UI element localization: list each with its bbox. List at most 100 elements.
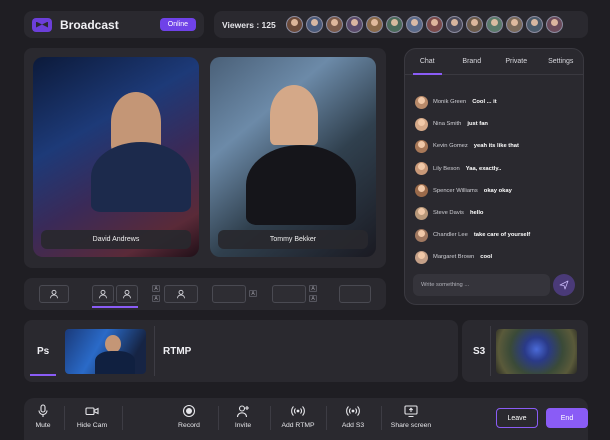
- chat-author: Kevin Gomez: [433, 143, 468, 150]
- chat-text: okay okay: [483, 187, 512, 194]
- user-icon: [99, 289, 107, 299]
- divider: [490, 326, 491, 376]
- tab-private[interactable]: Private: [494, 49, 539, 74]
- viewer-avatar[interactable]: [465, 16, 483, 33]
- chat-message: Monik Green Cool ... it: [415, 91, 575, 113]
- avatar: [415, 228, 428, 242]
- video-tile-tommy-bekker[interactable]: Tommy Bekker: [210, 57, 376, 257]
- viewer-avatar[interactable]: [325, 16, 343, 33]
- participant-slot[interactable]: [164, 285, 198, 303]
- chat-author: Monik Green: [433, 99, 467, 106]
- viewer-avatar[interactable]: [425, 16, 443, 33]
- slot-mini-icon[interactable]: A: [249, 290, 257, 297]
- chat-tabs: Chat Brand Private Settings: [405, 49, 583, 75]
- chat-input[interactable]: Write something ...: [413, 274, 550, 296]
- add-s3-button[interactable]: Add S3: [323, 404, 383, 429]
- participant-slot[interactable]: [116, 285, 138, 303]
- participant-image: [270, 85, 318, 145]
- chat-text: Cool ... it: [472, 99, 497, 106]
- avatar: [415, 184, 428, 198]
- end-button[interactable]: End: [546, 408, 588, 428]
- slot-mini-icon[interactable]: A: [309, 295, 317, 302]
- chat-message: Spencer Williams okay okay: [415, 180, 575, 202]
- s3-preview-thumbnail[interactable]: [496, 329, 577, 374]
- tab-brand[interactable]: Brand: [450, 49, 495, 74]
- broadcast-icon: [291, 406, 305, 416]
- chat-author: Chandler Lee: [433, 232, 468, 239]
- empty-slot[interactable]: [212, 285, 246, 303]
- slot-mini-icon[interactable]: A: [152, 285, 160, 292]
- add-rtmp-button[interactable]: Add RTMP: [268, 404, 328, 429]
- participant-slot[interactable]: [92, 285, 114, 303]
- chat-text: cool: [480, 254, 493, 261]
- leave-button[interactable]: Leave: [496, 408, 538, 428]
- chat-message: Margaret Brown cool: [415, 246, 575, 268]
- chat-text: just fan: [467, 121, 488, 128]
- add-s3-label: Add S3: [341, 422, 365, 429]
- online-status-badge: Online: [159, 18, 196, 31]
- mute-label: Mute: [35, 422, 51, 429]
- empty-slot[interactable]: [339, 285, 371, 303]
- viewer-avatar[interactable]: [485, 16, 503, 33]
- logo-icon: [32, 17, 52, 32]
- viewer-avatar[interactable]: [345, 16, 363, 33]
- rtmp-label[interactable]: RTMP: [163, 346, 191, 357]
- participant-slot[interactable]: [39, 285, 69, 303]
- viewer-avatar[interactable]: [405, 16, 423, 33]
- avatar: [415, 117, 428, 131]
- avatar: [415, 139, 428, 153]
- viewer-avatar[interactable]: [505, 16, 523, 33]
- chat-author: Lily Beson: [433, 165, 460, 172]
- chat-author: Spencer Williams: [433, 187, 478, 194]
- invite-button[interactable]: Invite: [213, 404, 273, 429]
- chat-message: Kevin Gomez yeah its like that: [415, 135, 575, 157]
- preview-person-body: [95, 351, 135, 374]
- share-screen-icon: [404, 405, 418, 418]
- participant-body: [91, 142, 191, 212]
- divider: [122, 406, 123, 430]
- slot-mini-icon[interactable]: A: [309, 285, 317, 292]
- viewer-avatar[interactable]: [365, 16, 383, 33]
- chat-text: yeah its like that: [473, 143, 519, 150]
- record-icon: [182, 404, 196, 418]
- divider: [154, 326, 155, 376]
- viewer-avatar[interactable]: [525, 16, 543, 33]
- slot-mini-icon[interactable]: A: [152, 295, 160, 302]
- video-tile-david-andrews[interactable]: David Andrews: [33, 57, 199, 257]
- chat-author: Steve Davis: [433, 210, 464, 217]
- chat-text: Yaa, exactly..: [465, 165, 502, 172]
- source-ps-label[interactable]: Ps: [37, 346, 49, 357]
- chat-message: Chandler Lee take care of yourself: [415, 224, 575, 246]
- share-screen-button[interactable]: Share screen: [381, 404, 441, 429]
- viewer-avatar[interactable]: [385, 16, 403, 33]
- viewer-avatar[interactable]: [545, 16, 563, 33]
- hide-cam-label: Hide Cam: [76, 422, 108, 429]
- avatar: [415, 162, 428, 176]
- source-preview-thumbnail[interactable]: [65, 329, 146, 374]
- camera-icon: [85, 407, 99, 416]
- add-rtmp-label: Add RTMP: [281, 422, 315, 429]
- add-user-icon: [236, 405, 249, 418]
- send-icon: [559, 280, 569, 290]
- tab-chat[interactable]: Chat: [405, 49, 450, 75]
- user-icon: [123, 289, 131, 299]
- send-button[interactable]: [553, 274, 575, 296]
- hide-cam-button[interactable]: Hide Cam: [62, 404, 122, 429]
- participant-body: [246, 145, 356, 225]
- viewer-avatar[interactable]: [445, 16, 463, 33]
- s3-label[interactable]: S3: [473, 346, 485, 357]
- active-source-indicator: [30, 374, 56, 376]
- record-button[interactable]: Record: [159, 404, 219, 429]
- video-name-label: David Andrews: [41, 230, 191, 249]
- viewer-avatar[interactable]: [285, 16, 303, 33]
- video-name-label: Tommy Bekker: [218, 230, 368, 249]
- chat-message: Lily Beson Yaa, exactly..: [415, 158, 575, 180]
- chat-author: Margaret Brown: [433, 254, 475, 261]
- share-screen-label: Share screen: [390, 422, 432, 429]
- viewers-count: Viewers : 125: [222, 19, 276, 30]
- viewers-bar: Viewers : 125: [214, 11, 588, 38]
- empty-slot[interactable]: [272, 285, 306, 303]
- avatar: [415, 95, 428, 109]
- tab-settings[interactable]: Settings: [539, 49, 584, 74]
- viewer-avatar[interactable]: [305, 16, 323, 33]
